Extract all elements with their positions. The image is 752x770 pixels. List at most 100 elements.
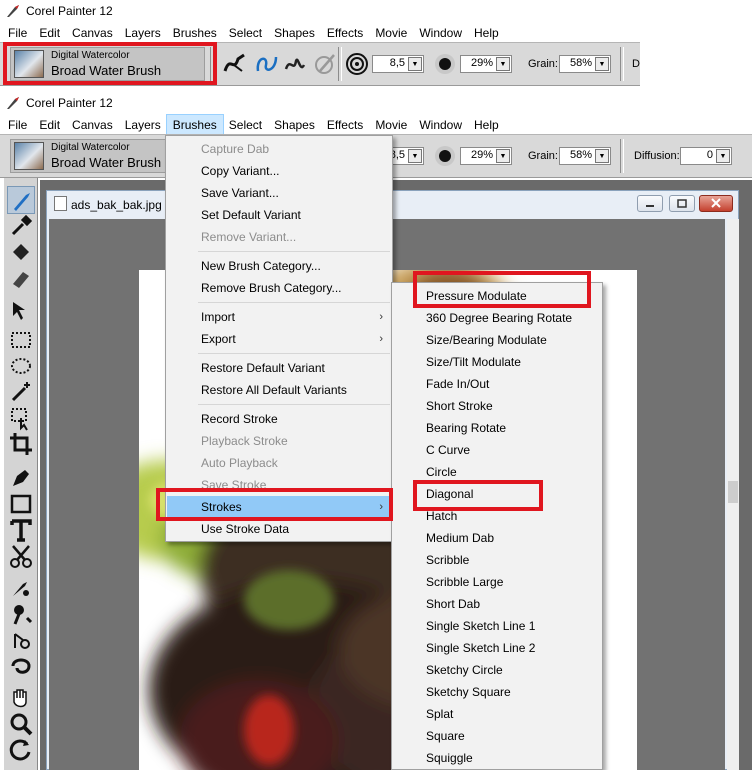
stroke-item[interactable]: Square xyxy=(393,725,601,747)
menu-item-record-stroke[interactable]: Record Stroke xyxy=(167,408,391,430)
menu-item-restore-all-default-variants[interactable]: Restore All Default Variants xyxy=(167,379,391,401)
menu-file[interactable]: File xyxy=(2,115,33,136)
menu-help[interactable]: Help xyxy=(468,23,505,44)
diffusion-dropdown-icon[interactable]: ▼ xyxy=(716,149,730,163)
stroke-item[interactable]: Circle xyxy=(393,461,601,483)
stroke-item[interactable]: Medium Dab xyxy=(393,527,601,549)
menu-edit[interactable]: Edit xyxy=(33,115,66,136)
layer-adjuster-tool-icon[interactable] xyxy=(7,298,35,326)
text-tool-icon[interactable] xyxy=(7,516,35,544)
menu-item-set-default-variant[interactable]: Set Default Variant xyxy=(167,204,391,226)
menu-movie[interactable]: Movie xyxy=(369,23,413,44)
menu-select[interactable]: Select xyxy=(223,23,268,44)
stroke-item[interactable]: Bearing Rotate xyxy=(393,417,601,439)
brush-tool-icon[interactable] xyxy=(7,186,35,214)
burn-tool-icon[interactable] xyxy=(7,652,35,680)
menu-file[interactable]: File xyxy=(2,23,33,44)
grain-field-2[interactable]: 58% ▼ xyxy=(559,147,611,165)
size-field[interactable]: 8,5 ▼ xyxy=(372,55,424,73)
magic-wand-tool-icon[interactable] xyxy=(7,378,35,406)
menu-item-save-variant[interactable]: Save Variant... xyxy=(167,182,391,204)
grain-field[interactable]: 58% ▼ xyxy=(559,55,611,73)
stroke-item[interactable]: Size/Bearing Modulate xyxy=(393,329,601,351)
stroke-item[interactable]: Pressure Modulate xyxy=(393,285,601,307)
size-dropdown-icon-2[interactable]: ▼ xyxy=(408,149,422,163)
menu-shapes[interactable]: Shapes xyxy=(268,23,321,44)
stroke-item[interactable]: Short Dab xyxy=(393,593,601,615)
selection-adjuster-tool-icon[interactable] xyxy=(7,404,35,432)
stroke-item[interactable]: Squiggle xyxy=(393,747,601,769)
stroke-item[interactable]: Single Sketch Line 1 xyxy=(393,615,601,637)
paint-bucket-tool-icon[interactable] xyxy=(7,238,35,266)
menu-item-export[interactable]: Export › xyxy=(167,328,391,350)
menu-item-remove-brush-category[interactable]: Remove Brush Category... xyxy=(167,277,391,299)
menu-window[interactable]: Window xyxy=(413,23,468,44)
menu-movie[interactable]: Movie xyxy=(369,115,413,136)
dodge-tool-icon[interactable] xyxy=(7,626,35,654)
menu-canvas[interactable]: Canvas xyxy=(66,115,119,136)
stroke-item[interactable]: Sketchy Circle xyxy=(393,659,601,681)
opacity-field-2[interactable]: 29% ▼ xyxy=(460,147,512,165)
grabber-tool-icon[interactable] xyxy=(7,684,35,712)
stroke-item[interactable]: 360 Degree Bearing Rotate xyxy=(393,307,601,329)
menu-brushes[interactable]: Brushes xyxy=(167,23,223,44)
minimize-button[interactable] xyxy=(637,195,663,212)
menu-select[interactable]: Select xyxy=(223,115,268,136)
crop-tool-icon[interactable] xyxy=(7,430,35,458)
stroke-curve-icon[interactable] xyxy=(254,51,280,77)
maximize-button[interactable] xyxy=(669,195,695,212)
stroke-item[interactable]: Sketchy Square xyxy=(393,681,601,703)
size-dropdown-icon[interactable]: ▼ xyxy=(408,57,422,71)
stroke-item[interactable]: Size/Tilt Modulate xyxy=(393,351,601,373)
cloner-tool-icon[interactable] xyxy=(7,574,35,602)
dropper-tool-icon[interactable] xyxy=(7,212,35,240)
menu-window[interactable]: Window xyxy=(413,115,468,136)
pen-tool-icon[interactable] xyxy=(7,464,35,492)
stroke-item[interactable]: Single Sketch Line 2 xyxy=(393,637,601,659)
toolbar-grip[interactable] xyxy=(210,47,214,81)
stroke-item[interactable]: Hatch xyxy=(393,505,601,527)
grain-dropdown-icon-2[interactable]: ▼ xyxy=(595,149,609,163)
menu-layers[interactable]: Layers xyxy=(119,115,167,136)
stroke-item[interactable]: Scribble xyxy=(393,549,601,571)
toolbar-grip-2[interactable] xyxy=(338,47,342,81)
menu-layers[interactable]: Layers xyxy=(119,23,167,44)
menu-effects[interactable]: Effects xyxy=(321,23,369,44)
menu-edit[interactable]: Edit xyxy=(33,23,66,44)
rect-select-tool-icon[interactable] xyxy=(7,326,35,354)
brush-selector[interactable]: Digital Watercolor Broad Water Brush xyxy=(10,47,205,81)
stroke-quick-icon[interactable] xyxy=(312,51,338,77)
toolbar-grip-4[interactable] xyxy=(620,139,624,173)
stroke-item[interactable]: Scribble Large xyxy=(393,571,601,593)
rotate-page-tool-icon[interactable] xyxy=(7,736,35,764)
magnifier-tool-icon[interactable] xyxy=(7,710,35,738)
oval-select-tool-icon[interactable] xyxy=(7,352,35,380)
stroke-item[interactable]: Diagonal xyxy=(393,483,601,505)
menu-brushes-open[interactable]: Brushes xyxy=(165,113,224,137)
scrollbar-thumb[interactable] xyxy=(728,481,738,503)
menu-item-restore-default-variant[interactable]: Restore Default Variant xyxy=(167,357,391,379)
grain-dropdown-icon[interactable]: ▼ xyxy=(595,57,609,71)
stroke-freehand-icon[interactable] xyxy=(222,51,248,77)
menu-item-strokes[interactable]: Strokes › xyxy=(167,496,391,518)
close-button[interactable] xyxy=(699,195,733,212)
rectangle-shape-tool-icon[interactable] xyxy=(7,490,35,518)
menu-item-new-brush-category[interactable]: New Brush Category... xyxy=(167,255,391,277)
stroke-item[interactable]: C Curve xyxy=(393,439,601,461)
toolbar-grip-3[interactable] xyxy=(620,47,624,81)
vertical-scrollbar[interactable] xyxy=(727,219,739,770)
diffusion-field[interactable]: 0 ▼ xyxy=(680,147,732,165)
menu-item-import[interactable]: Import › xyxy=(167,306,391,328)
menu-item-copy-variant[interactable]: Copy Variant... xyxy=(167,160,391,182)
menu-effects[interactable]: Effects xyxy=(321,115,369,136)
stroke-item[interactable]: Splat xyxy=(393,703,601,725)
rubber-stamp-tool-icon[interactable] xyxy=(7,600,35,628)
opacity-dropdown-icon[interactable]: ▼ xyxy=(496,57,510,71)
eraser-tool-icon[interactable] xyxy=(7,264,35,292)
opacity-dropdown-icon-2[interactable]: ▼ xyxy=(496,149,510,163)
stroke-line-icon[interactable] xyxy=(282,51,308,77)
menu-item-use-stroke-data[interactable]: Use Stroke Data xyxy=(167,518,391,540)
scissors-tool-icon[interactable] xyxy=(7,542,35,570)
menu-shapes[interactable]: Shapes xyxy=(268,115,321,136)
opacity-field[interactable]: 29% ▼ xyxy=(460,55,512,73)
